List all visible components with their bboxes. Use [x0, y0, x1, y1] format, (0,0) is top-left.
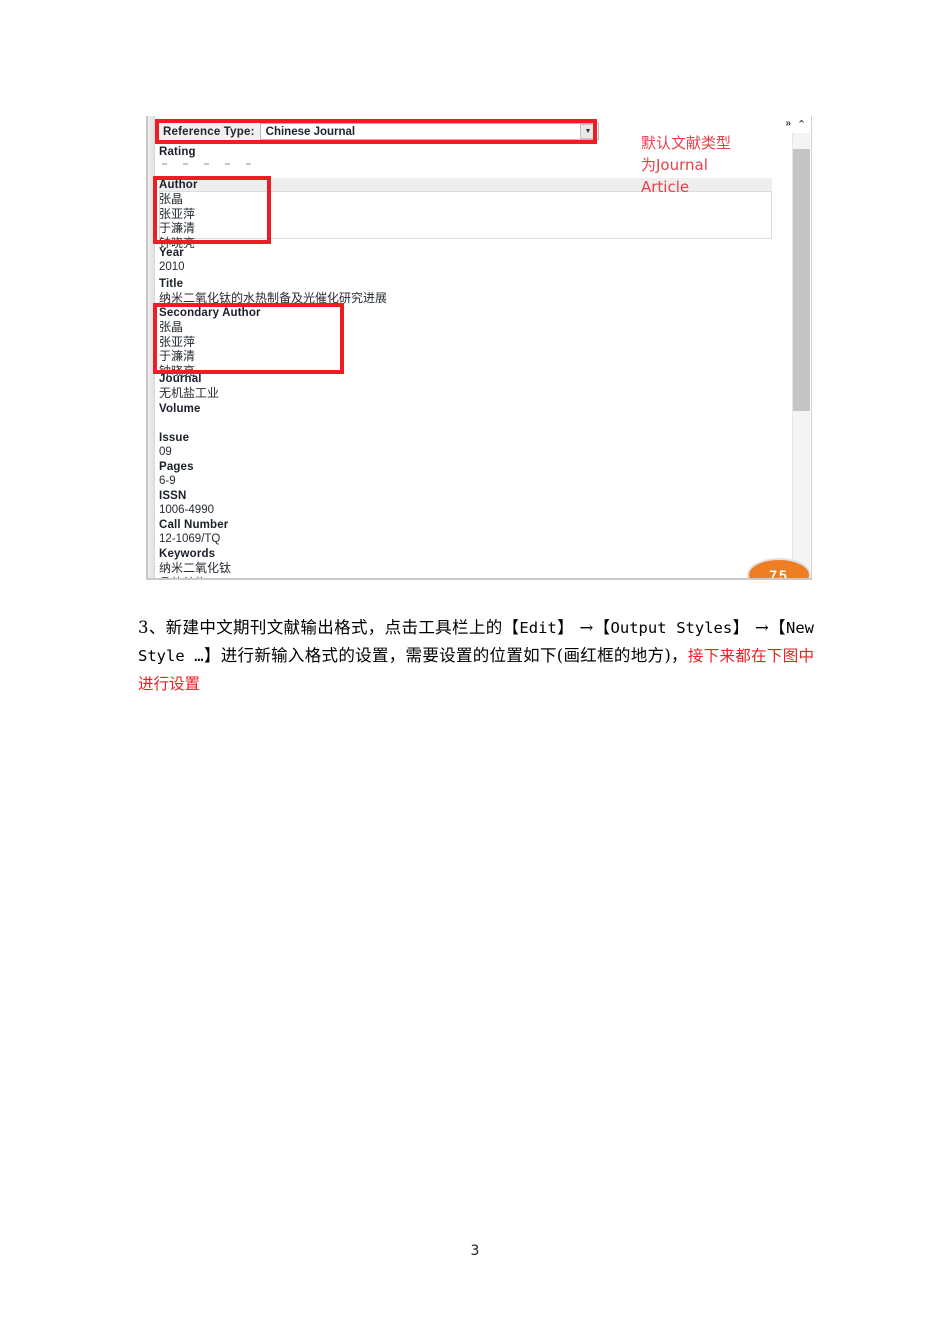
vertical-scrollbar[interactable] [792, 133, 810, 578]
field-value-volume[interactable] [159, 416, 201, 431]
field-value-secondary-author[interactable]: 张晶 张亚萍 于濂清 钟晓亮 [159, 320, 261, 378]
field-journal[interactable]: Journal 无机盐工业 [159, 372, 219, 401]
more-options-icon[interactable]: » [785, 118, 790, 129]
field-keywords[interactable]: Keywords 纳米二氧化钛 晶体结构 [159, 547, 231, 580]
field-value-author[interactable]: 张晶 张亚萍 于濂清 钟晓亮 [159, 192, 198, 250]
reference-type-dropdown[interactable]: Chinese Journal ▼ [259, 123, 599, 140]
field-volume[interactable]: Volume [159, 402, 201, 431]
field-title[interactable]: Title 纳米二氧化钛的水热制备及光催化研究进展 [159, 277, 387, 306]
rating-star-5[interactable] [246, 163, 251, 165]
rating-star-1[interactable] [162, 163, 167, 165]
chevron-down-icon[interactable]: ▼ [580, 124, 596, 139]
field-value-issn[interactable]: 1006-4990 [159, 503, 214, 518]
field-label-keywords: Keywords [159, 548, 216, 560]
text-menu-edit: Edit [519, 618, 557, 637]
field-label-pages: Pages [159, 461, 194, 473]
field-secondary-author[interactable]: Secondary Author 张晶 张亚萍 于濂清 钟晓亮 [159, 306, 261, 378]
field-rating[interactable]: Rating [159, 145, 251, 165]
field-label-issue: Issue [159, 432, 190, 444]
text-segment-7: 】进行新输入格式的设置，需要设置的位置如下(画红框的地方)， [203, 645, 688, 665]
field-author[interactable]: Author 张晶 张亚萍 于濂清 钟晓亮 [159, 178, 198, 250]
endnote-reference-editor-screenshot: Reference Type: Chinese Journal ▼ Rating… [146, 116, 812, 580]
field-value-call-number[interactable]: 12-1069/TQ [159, 532, 228, 547]
field-label-rating: Rating [159, 146, 196, 158]
text-segment-3: 】 →【 [556, 617, 611, 637]
rating-star-4[interactable] [225, 163, 230, 165]
window-chrome-column: » ⌃ 75 [747, 116, 812, 580]
reference-type-value: Chinese Journal [265, 125, 356, 138]
rating-star-3[interactable] [204, 163, 209, 165]
text-segment-1: 3、新建中文期刊文献输出格式，点击工具栏上的【 [138, 617, 520, 637]
field-label-issn: ISSN [159, 490, 187, 502]
author-edit-box[interactable] [159, 191, 772, 239]
rating-stars[interactable] [159, 159, 251, 165]
page-number: 3 [470, 1243, 480, 1259]
reference-type-label: Reference Type: [163, 125, 255, 138]
field-label-author: Author [159, 179, 198, 191]
field-pages[interactable]: Pages 6-9 [159, 460, 194, 489]
field-call-number[interactable]: Call Number 12-1069/TQ [159, 518, 228, 547]
scrollbar-thumb[interactable] [793, 149, 810, 411]
field-value-year[interactable]: 2010 [159, 260, 185, 275]
field-label-volume: Volume [159, 403, 201, 415]
field-label-call-number: Call Number [159, 519, 229, 531]
field-issue[interactable]: Issue 09 [159, 431, 189, 460]
field-value-issue[interactable]: 09 [159, 445, 189, 460]
text-segment-5: 】 →【 [732, 617, 786, 637]
field-value-keywords[interactable]: 纳米二氧化钛 晶体结构 [159, 561, 231, 580]
collapse-panel-icon[interactable]: ⌃ [793, 117, 810, 132]
field-year[interactable]: Year 2010 [159, 246, 185, 275]
text-menu-output-styles: Output Styles [610, 618, 733, 637]
reference-type-row[interactable]: Reference Type: Chinese Journal ▼ [159, 122, 599, 141]
field-label-year: Year [159, 247, 184, 259]
panel-left-rail [148, 116, 155, 580]
field-label-journal: Journal [159, 373, 202, 385]
instruction-paragraph: 3、新建中文期刊文献输出格式，点击工具栏上的【Edit】 →【Output St… [138, 614, 814, 698]
field-label-title: Title [159, 278, 184, 290]
field-value-pages[interactable]: 6-9 [159, 474, 194, 489]
field-value-title[interactable]: 纳米二氧化钛的水热制备及光催化研究进展 [159, 291, 387, 306]
field-label-secondary-author: Secondary Author [159, 307, 261, 319]
rating-star-2[interactable] [183, 163, 188, 165]
field-issn[interactable]: ISSN 1006-4990 [159, 489, 214, 518]
field-value-journal[interactable]: 无机盐工业 [159, 386, 219, 401]
